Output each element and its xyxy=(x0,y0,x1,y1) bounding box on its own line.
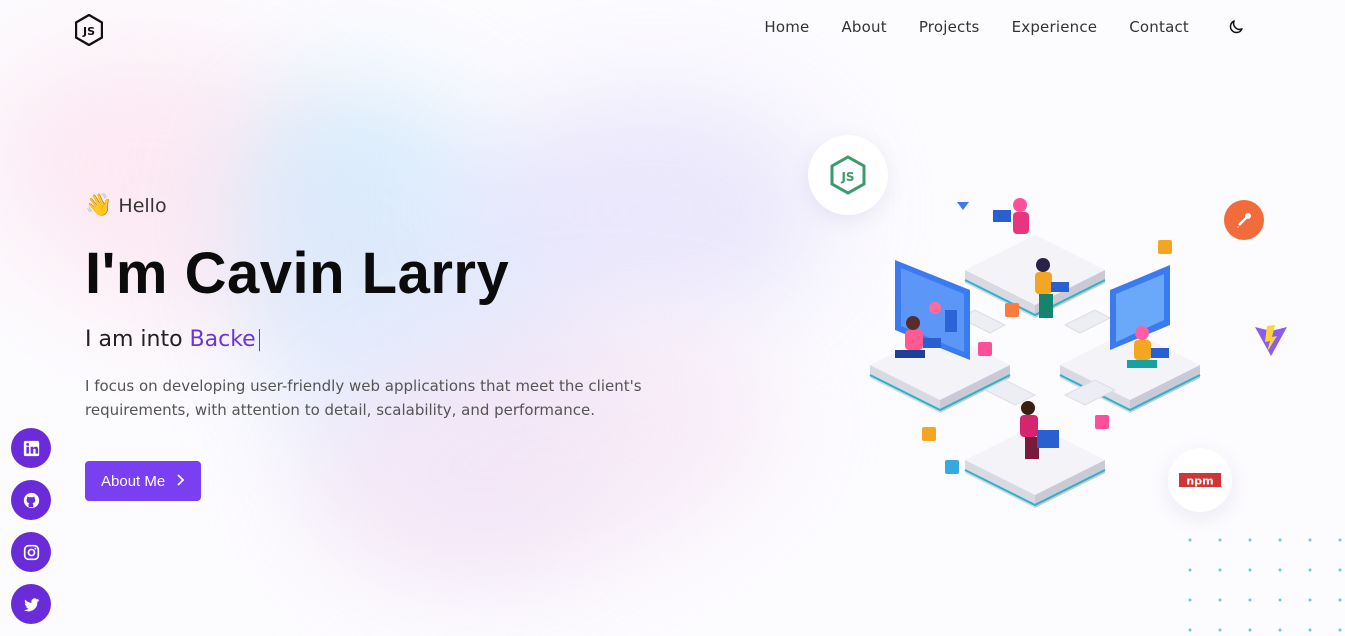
decorative-dot-grid xyxy=(1175,525,1345,635)
hero-heading: I'm Cavin Larry xyxy=(85,241,510,306)
dev-top xyxy=(993,198,1029,234)
isometric-devs-illustration xyxy=(869,198,1201,508)
greeting: 👋 Hello xyxy=(85,193,765,218)
nav-projects[interactable]: Projects xyxy=(919,18,980,36)
twitter-icon[interactable] xyxy=(11,584,51,624)
chevron-right-icon xyxy=(175,473,185,489)
waving-hand-icon: 👋 xyxy=(85,193,113,218)
about-me-label: About Me xyxy=(101,472,166,490)
social-links xyxy=(11,428,51,636)
moon-icon[interactable] xyxy=(1227,18,1245,36)
linkedin-icon[interactable] xyxy=(11,428,51,468)
role-typed: Backe xyxy=(189,327,256,352)
vite-icon xyxy=(1240,310,1302,372)
hero-description: I focus on developing user-friendly web … xyxy=(85,377,642,419)
instagram-icon[interactable] xyxy=(11,532,51,572)
greeting-text: Hello xyxy=(118,194,167,217)
svg-text:JS: JS xyxy=(82,25,95,38)
role-line: I am into Backe| xyxy=(85,327,765,352)
site-header: JS Home About Projects Experience Contac… xyxy=(0,0,1345,60)
js-logo-icon[interactable]: JS xyxy=(74,13,104,47)
about-me-button[interactable]: About Me xyxy=(85,461,202,501)
role-prefix: I am into xyxy=(85,327,183,352)
main-nav: Home About Projects Experience Contact xyxy=(732,18,1245,36)
typing-cursor: | xyxy=(255,327,264,352)
nav-experience[interactable]: Experience xyxy=(1012,18,1098,36)
github-icon[interactable] xyxy=(11,480,51,520)
nav-contact[interactable]: Contact xyxy=(1129,18,1189,36)
postman-icon xyxy=(1224,200,1264,240)
nav-about[interactable]: About xyxy=(841,18,886,36)
nav-home[interactable]: Home xyxy=(764,18,809,36)
hero-section: 👋 Hello I'm Cavin Larry I am into Backe|… xyxy=(85,193,765,501)
svg-text:JS: JS xyxy=(840,170,854,184)
